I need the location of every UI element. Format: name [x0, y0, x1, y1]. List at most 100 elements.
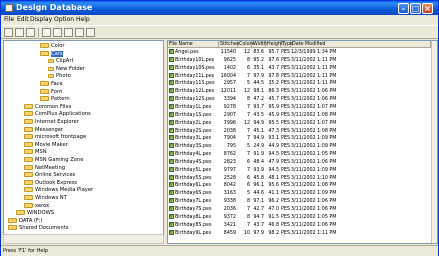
- file-row[interactable]: Birthday4S.pes 2823 6 48.4 47.9 PES 3/11/2002 …: [168, 158, 431, 167]
- embroidery-file-icon: [169, 127, 174, 133]
- tree-item[interactable]: Face: [40, 81, 63, 88]
- file-row[interactable]: Birthday3L.pes 7904 7 94.9 93.1 PES 3/11/2002 …: [168, 135, 431, 143]
- cell-height: 43.7: [268, 65, 279, 71]
- list-vertical-scrollbar[interactable]: [431, 41, 437, 243]
- title-bar[interactable]: Design Database – □ ×: [1, 1, 438, 15]
- cell-file-name: Birthday5L.pes: [169, 166, 220, 175]
- cell-file-name: Birthday1S.pes: [169, 111, 220, 120]
- app-icon: [5, 4, 13, 12]
- tree-item[interactable]: Messenger: [24, 126, 63, 134]
- file-row[interactable]: Birthday6S.pes 3163 5 44.6 41.1 PES 3/11/2002 …: [168, 190, 431, 198]
- file-row[interactable]: Birthday4L.pes 8762 7 91.9 94.5 PES 3/11/2002 …: [168, 151, 431, 159]
- tree-item[interactable]: Common Files: [24, 103, 71, 111]
- file-row[interactable]: Birthday1L.pes 9278 7 93.7 95.9 PES 3/11/2002 …: [168, 103, 431, 112]
- tree-item[interactable]: Windows Media Player: [24, 187, 93, 194]
- cell-colors: 7: [246, 73, 250, 79]
- tree-item[interactable]: MSN: [24, 149, 47, 156]
- menu-edit[interactable]: Edit: [17, 16, 29, 24]
- cell-type: PES: [281, 89, 290, 95]
- file-row[interactable]: Birthday12S.pes 3394 8 47.2 45.7 PES 3/11/2002…: [168, 96, 431, 104]
- header-width[interactable]: Width: [252, 41, 267, 48]
- cell-width: 97.1: [253, 199, 264, 205]
- cell-date-modified: 3/11/2002 1:11 PM: [291, 81, 337, 87]
- header-date-modified[interactable]: Date Modified: [291, 41, 431, 48]
- cut-icon[interactable]: [4, 28, 13, 37]
- list-icon[interactable]: [64, 28, 73, 37]
- large-icon[interactable]: [75, 28, 84, 37]
- file-row[interactable]: Birthday12L.pes 12011 12 98.1 86.3 PES 3/11/20…: [168, 88, 431, 96]
- cell-type: PES: [281, 167, 290, 173]
- file-row[interactable]: Birthday8S.pes 3421 7 43.7 46.8 PES 3/11/2002 …: [168, 221, 431, 230]
- tree-item[interactable]: xerox: [24, 202, 49, 210]
- maximize-button[interactable]: □: [410, 3, 421, 14]
- file-row[interactable]: Birthday5S.pes 2528 6 45.8 48.1 PES 3/11/2002 …: [168, 174, 431, 183]
- cell-stitches: 2038: [223, 128, 236, 134]
- tree-item[interactable]: Cars: [40, 50, 63, 58]
- cell-colors: 5: [246, 144, 250, 150]
- header-stitches[interactable]: Stitches: [219, 41, 239, 48]
- close-button[interactable]: ×: [422, 3, 433, 14]
- header-type[interactable]: Type: [281, 41, 293, 48]
- tree-horizontal-scrollbar[interactable]: [3, 234, 164, 244]
- cell-height: 91.5: [268, 214, 279, 220]
- file-row[interactable]: Birthday6L.pes 8042 6 96.1 95.6 PES 3/11/2002 …: [168, 182, 431, 190]
- menu-display[interactable]: Display: [30, 16, 52, 24]
- menu-file[interactable]: File: [4, 16, 14, 24]
- file-list[interactable]: File Name Stitches Colors Width Height T…: [167, 40, 438, 244]
- cell-file-name: Birthday7L.pes: [169, 198, 220, 206]
- file-row[interactable]: Birthday11S.pes 2957 5 44.5 35.2 PES 3/11/2002…: [168, 80, 431, 88]
- minimize-button[interactable]: –: [398, 3, 409, 14]
- file-row[interactable]: Birthday3S.pes 795 5 24.9 44.9 PES 3/11/2002 1…: [168, 143, 431, 151]
- file-name-text: Birthday3L.pes: [175, 136, 212, 142]
- file-row[interactable]: Birthday8L.pes 9372 8 94.7 91.5 PES 3/11/2002 …: [168, 213, 431, 222]
- file-row[interactable]: Birthday11L.pes 16004 7 97.9 97.8 PES 3/11/200…: [168, 72, 431, 81]
- tree-item[interactable]: MSN Gaming Zone: [24, 157, 83, 164]
- tree-item-label: WINDOWS: [27, 210, 55, 217]
- header-file-name[interactable]: File Name: [168, 41, 219, 48]
- file-row[interactable]: Angel.pes 11540 12 83.6 95.7 PES 12/3/1999 1:3…: [168, 49, 431, 57]
- tree-item[interactable]: Font: [40, 88, 62, 96]
- menu-option[interactable]: Option: [54, 16, 74, 24]
- tree-item[interactable]: NetMeeting: [24, 164, 65, 172]
- cell-type: PES: [281, 50, 290, 55]
- file-row[interactable]: Birthday2S.pes 2038 7 45.1 47.3 PES 3/11/2002 …: [168, 127, 431, 136]
- file-row[interactable]: Birthday10L.pes 9625 8 95.2 97.6 PES 3/11/2002…: [168, 56, 431, 65]
- file-row[interactable]: Birthday2L.pes 7998 12 94.9 95.5 PES 3/11/2002…: [168, 119, 431, 128]
- tree-item[interactable]: Internet Explorer: [24, 119, 79, 126]
- cell-stitches: 3421: [223, 222, 236, 228]
- file-name-text: Birthday2S.pes: [175, 128, 212, 134]
- cell-height: 45.7: [268, 97, 279, 103]
- tree-item[interactable]: Shared Documents: [8, 225, 69, 232]
- tree-item[interactable]: microsoft frontpage: [24, 134, 86, 141]
- tree-item[interactable]: ClipArt: [48, 58, 74, 65]
- tree-item[interactable]: Color: [40, 43, 65, 50]
- file-row[interactable]: Birthday1S.pes 2907 7 43.5 45.9 PES 3/11/2002 …: [168, 111, 431, 120]
- details-icon[interactable]: [53, 28, 62, 37]
- find-icon[interactable]: [26, 28, 35, 37]
- tree-item[interactable]: ComPlus Applications: [24, 111, 91, 118]
- menu-help[interactable]: Help: [76, 16, 90, 24]
- cell-type: PES: [281, 112, 290, 118]
- cell-width: 94.9: [253, 136, 264, 142]
- file-row[interactable]: Birthday10S.pes 1402 6 35.1 43.7 PES 3/11/2002…: [168, 64, 431, 73]
- header-colors[interactable]: Colors: [238, 41, 254, 48]
- file-row[interactable]: Birthday7L.pes 9338 8 97.1 96.2 PES 3/11/2002 …: [168, 198, 431, 206]
- tree-item[interactable]: Photo: [48, 73, 71, 80]
- view-icon[interactable]: [42, 28, 51, 37]
- file-row[interactable]: Birthday7S.pes 2036 7 42.7 47.0 PES 3/11/2002 …: [168, 206, 431, 214]
- tree-item[interactable]: DATA (F:): [8, 217, 42, 225]
- tree-item[interactable]: Pattern: [40, 96, 70, 103]
- tree-item[interactable]: Outlook Express: [24, 179, 77, 187]
- tree-item[interactable]: Online Services: [24, 172, 75, 179]
- tree-item[interactable]: WINDOWS: [16, 210, 54, 217]
- folder-tree[interactable]: Color Cars ClipArt New Folder Photo Face Font P…: [3, 40, 164, 244]
- print-icon[interactable]: [86, 28, 95, 37]
- copy-icon[interactable]: [15, 28, 24, 37]
- tree-item[interactable]: Windows NT: [24, 195, 67, 202]
- header-height[interactable]: Height: [266, 41, 283, 48]
- file-row[interactable]: Birthday9L.pes 8459 10 97.9 98.2 PES 3/11/2002…: [168, 229, 431, 238]
- tree-item[interactable]: Movie Maker: [24, 141, 68, 149]
- file-row[interactable]: Birthday5L.pes 9797 7 93.9 94.5 PES 3/11/2002 …: [168, 166, 431, 175]
- tree-item[interactable]: New Folder: [48, 66, 85, 73]
- cell-date-modified: 3/11/2002 1:06 PM: [291, 159, 337, 165]
